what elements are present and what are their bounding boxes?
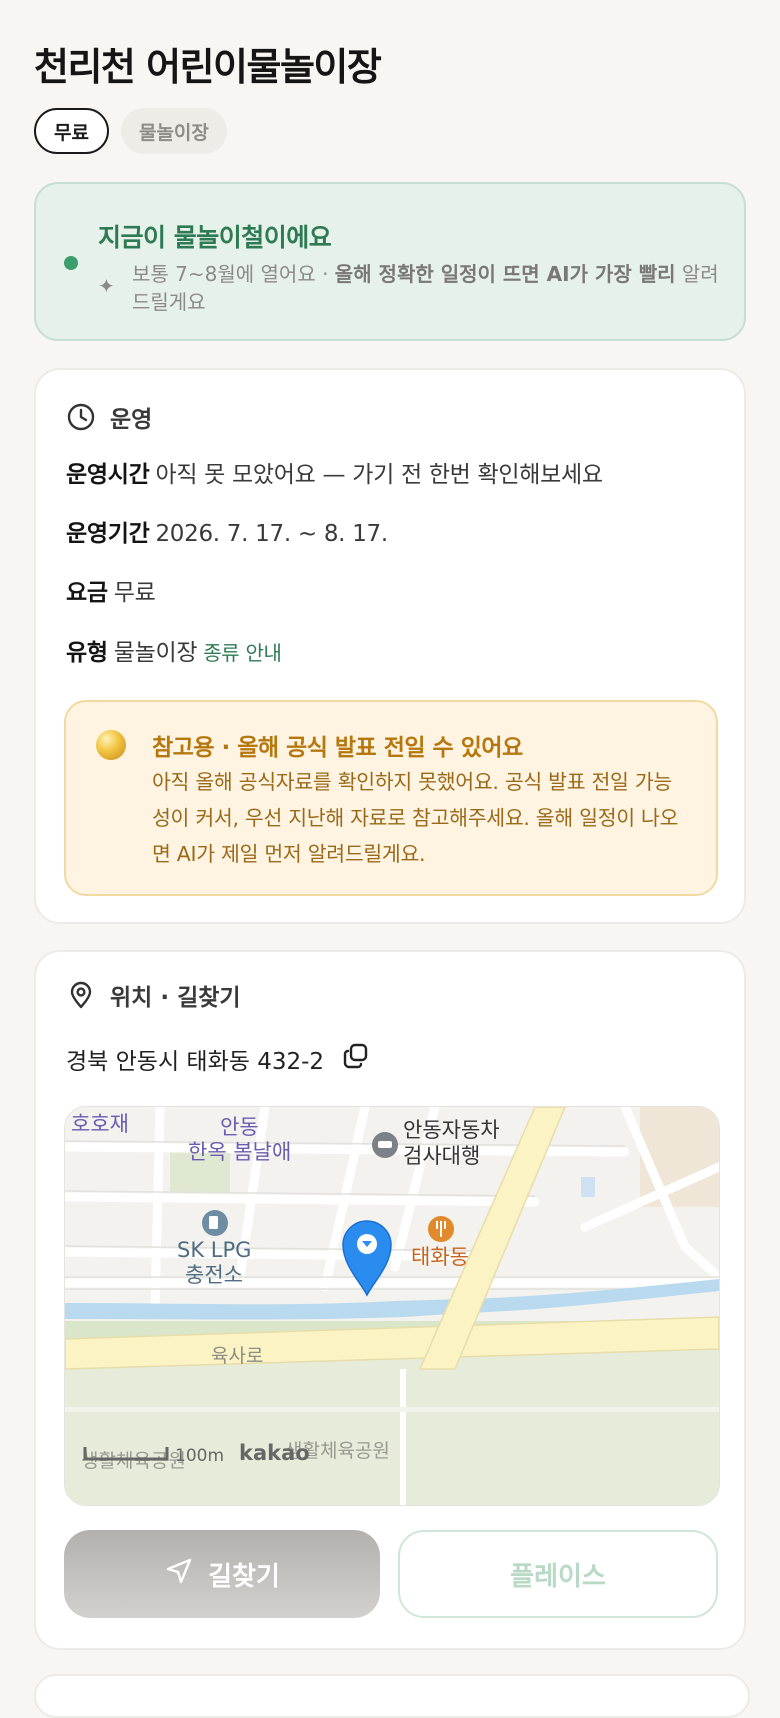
copy-icon[interactable]	[342, 1042, 370, 1076]
coin-icon	[96, 730, 126, 760]
map-label-sk: SK LPG	[177, 1238, 251, 1262]
type-row: 유형 물놀이장 종류 안내	[66, 633, 282, 667]
map-view[interactable]: 호호재 안동 한옥 봄날애 안동자동차 검사대행 SK LPG 충전소 태화동 …	[64, 1106, 720, 1506]
location-pin-icon	[66, 980, 96, 1010]
period-row: 운영기간 2026. 7. 17. ~ 8. 17.	[66, 514, 388, 548]
operation-heading: 운영	[110, 407, 153, 433]
gas-station-icon	[202, 1210, 228, 1236]
map-label-inspect1: 안동자동차	[403, 1118, 500, 1142]
hours-key: 운영시간	[66, 462, 150, 488]
season-banner: 지금이 물놀이철이에요 ✦ 보통 7~8월에 열어요 · 올해 정확한 일정이 …	[34, 182, 746, 341]
season-heading: 지금이 물놀이철이에요	[98, 223, 332, 252]
season-subtext: 보통 7~8월에 열어요 · 올해 정확한 일정이 뜨면 AI가 가장 빨리 알…	[132, 260, 722, 316]
route-button-label: 길찾기	[208, 1561, 280, 1592]
address-text: 경북 안동시 태화동 432-2	[66, 1049, 325, 1075]
tag-free[interactable]: 무료	[34, 108, 109, 154]
hours-row: 운영시간 아직 못 모았어요 — 가기 전 한번 확인해보세요	[66, 455, 603, 489]
location-heading: 위치 · 길찾기	[110, 985, 241, 1011]
season-sub-bold: 올해 정확한 일정이 뜨면 AI가 가장 빨리	[334, 262, 676, 286]
place-button-label: 플레이스	[510, 1561, 606, 1592]
map-label-park1: 생활체육공원	[81, 1450, 186, 1472]
page-title: 천리천 어린이물놀이장	[34, 45, 382, 89]
map-label-hohojae: 호호재	[71, 1112, 129, 1136]
pond	[581, 1177, 595, 1197]
map-canvas: 호호재 안동 한옥 봄날애 안동자동차 검사대행 SK LPG 충전소 태화동 …	[65, 1107, 719, 1505]
next-card	[34, 1674, 750, 1718]
fee-value: 무료	[113, 580, 156, 606]
clock-icon	[66, 402, 96, 432]
fee-row: 요금 무료	[66, 573, 156, 607]
map-scale-label: 100m	[175, 1446, 224, 1466]
address-row: 경북 안동시 태화동 432-2	[66, 1042, 370, 1076]
type-key: 유형	[66, 640, 108, 666]
season-sub-prefix: 보통 7~8월에 열어요 ·	[132, 262, 335, 286]
type-value: 물놀이장	[113, 640, 198, 666]
navigation-arrow-icon	[164, 1556, 194, 1593]
residential-area	[640, 1107, 719, 1207]
fee-key: 요금	[66, 580, 108, 606]
sparkle-icon: ✦	[98, 274, 115, 298]
map-label-andong: 안동	[220, 1115, 259, 1139]
period-key: 운영기간	[66, 521, 150, 547]
operation-header: 운영	[66, 400, 152, 434]
notice-body: 아직 올해 공식자료를 확인하지 못했어요. 공식 발표 전일 가능성이 커서,…	[152, 770, 679, 866]
location-card: 위치 · 길찾기 경북 안동시 태화동 432-2 호호재 안동 한옥 봄날애 …	[34, 950, 746, 1650]
type-guide-link[interactable]: 종류 안내	[203, 641, 282, 665]
tag-list: 무료 물놀이장	[34, 108, 227, 154]
map-label-sk-station: 충전소	[185, 1263, 243, 1287]
location-header: 위치 · 길찾기	[66, 978, 241, 1012]
notice-heading: 참고용 · 올해 공식 발표 전일 수 있어요	[152, 735, 523, 761]
tag-type[interactable]: 물놀이장	[120, 108, 227, 154]
hours-value: 아직 못 모았어요 — 가기 전 한번 확인해보세요	[155, 462, 603, 488]
park-path-2	[65, 1407, 719, 1412]
map-label-taehwa: 태화동	[411, 1245, 469, 1269]
route-button[interactable]: 길찾기	[64, 1530, 380, 1618]
map-label-yuksa: 육사로	[211, 1345, 263, 1367]
place-button[interactable]: 플레이스	[398, 1530, 718, 1618]
action-buttons: 길찾기 플레이스	[64, 1530, 718, 1618]
period-value: 2026. 7. 17. ~ 8. 17.	[155, 521, 388, 547]
car-inspection-icon	[372, 1132, 398, 1158]
operation-card: 운영 운영시간 아직 못 모았어요 — 가기 전 한번 확인해보세요 운영기간 20…	[34, 368, 746, 924]
reference-notice: 참고용 · 올해 공식 발표 전일 수 있어요 아직 올해 공식자료를 확인하지…	[64, 700, 718, 896]
restaurant-icon	[428, 1216, 454, 1242]
kakao-logo: kakao	[239, 1441, 310, 1465]
status-dot-icon	[64, 256, 78, 270]
park-path	[400, 1369, 406, 1505]
map-label-hanok: 한옥 봄날애	[188, 1140, 291, 1164]
map-label-inspect2: 검사대행	[403, 1144, 480, 1168]
